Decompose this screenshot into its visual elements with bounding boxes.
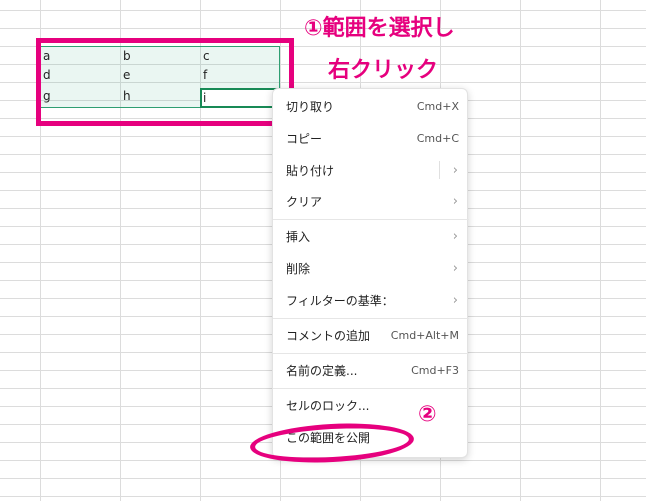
menu-item-label: クリア — [286, 194, 323, 209]
menu-item-cut[interactable]: 切り取り Cmd+X — [273, 92, 469, 120]
menu-item-add-comment[interactable]: コメントの追加 Cmd+Alt+M — [273, 321, 469, 349]
menu-item-label: 貼り付け — [286, 163, 335, 178]
menu-item-label: 削除 — [286, 261, 311, 276]
step1-annotation: ①範囲を選択し — [304, 16, 455, 41]
menu-item-shortcut: Cmd+F3 — [411, 363, 459, 377]
menu-item-clear[interactable]: クリア › — [273, 187, 469, 215]
menu-item-label: コピー — [286, 131, 323, 146]
step1-annotation-line2: 右クリック — [328, 58, 439, 83]
menu-item-shortcut: Cmd+C — [416, 131, 459, 145]
menu-item-insert[interactable]: 挿入 › — [273, 222, 469, 250]
chevron-right-icon: › — [452, 292, 458, 308]
range-highlight-annotation — [36, 38, 294, 126]
menu-item-copy[interactable]: コピー Cmd+C — [273, 124, 469, 152]
menu-item-lock-cells[interactable]: セルのロック... — [273, 391, 469, 419]
menu-item-filter-by[interactable]: フィルターの基準： › — [273, 286, 469, 314]
context-menu: 切り取り Cmd+X コピー Cmd+C 貼り付け › クリア › 挿入 › 削… — [272, 88, 469, 458]
divider — [273, 219, 469, 220]
divider — [273, 318, 469, 319]
step2-annotation: ② — [418, 402, 437, 427]
chevron-right-icon: › — [452, 228, 458, 244]
menu-item-label: 挿入 — [286, 229, 311, 244]
menu-item-shortcut: Cmd+Alt+M — [390, 328, 459, 342]
menu-item-label: 切り取り — [286, 99, 335, 114]
menu-item-label: フィルターの基準： — [286, 293, 394, 308]
divider — [439, 161, 440, 179]
divider — [273, 353, 469, 354]
chevron-right-icon: › — [452, 162, 458, 178]
menu-item-label: コメントの追加 — [286, 328, 371, 343]
divider — [273, 388, 469, 389]
menu-item-define-name[interactable]: 名前の定義... Cmd+F3 — [273, 356, 469, 384]
menu-item-delete[interactable]: 削除 › — [273, 254, 469, 282]
menu-item-label: 名前の定義... — [286, 363, 358, 378]
chevron-right-icon: › — [452, 193, 458, 209]
menu-item-label: セルのロック... — [286, 398, 370, 413]
menu-item-shortcut: Cmd+X — [416, 99, 459, 113]
chevron-right-icon: › — [452, 260, 458, 276]
